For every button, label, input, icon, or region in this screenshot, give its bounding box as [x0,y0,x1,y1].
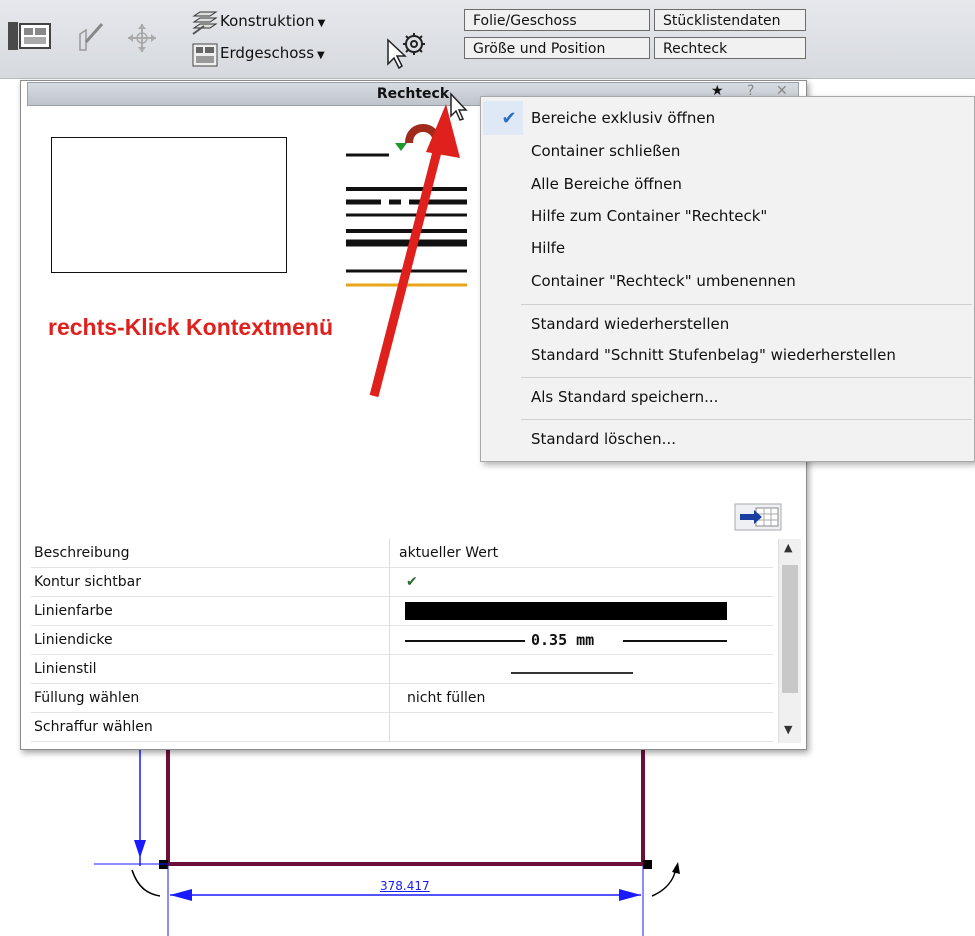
menu-item-save-default[interactable]: Als Standard speichern... [531,388,718,406]
row-label: Linienfarbe [34,603,113,619]
checkmark-icon: ✔ [501,108,517,129]
menu-separator [521,304,972,305]
palette-title: Rechteck [376,86,450,102]
menu-item-help-container[interactable]: Hilfe zum Container "Rechteck" [531,207,767,225]
menu-item-restore-default[interactable]: Standard wiederherstellen [531,315,729,333]
line-thickness-rule-left [405,640,525,642]
menu-separator [521,377,972,378]
row-label: Füllung wählen [34,690,140,706]
line-thickness-rule-right [623,640,727,642]
mouse-cursor-icon [450,92,468,121]
scroll-thumb[interactable] [782,565,798,693]
line-style-sample[interactable] [511,672,633,674]
header-description: Beschreibung [34,545,130,561]
header-current-value: aktueller Wert [399,545,499,561]
line-color-swatch[interactable] [405,602,727,620]
scroll-down-icon[interactable]: ▼ [784,723,792,736]
menu-item-restore-schnitt[interactable]: Standard "Schnitt Stufenbelag" wiederher… [531,346,896,364]
dimension-label: 378.417 [380,879,430,893]
row-label: Linienstil [34,661,97,677]
table-row[interactable]: Linienfarbe [31,597,773,626]
fill-value[interactable]: nicht füllen [407,684,485,712]
row-label: Kontur sichtbar [34,574,141,590]
table-row[interactable]: Kontur sichtbar ✔ [31,568,773,597]
menu-item-close-container[interactable]: Container schließen [531,142,680,160]
annotation-text: rechts-Klick Kontextmenü [48,314,334,340]
table-export-icon[interactable] [734,503,782,531]
checkmark-icon[interactable]: ✔ [406,568,418,596]
menu-item-help[interactable]: Hilfe [531,239,565,257]
row-label: Liniendicke [34,632,113,648]
menu-item-rename[interactable]: Container "Rechteck" umbenennen [531,272,796,290]
line-thickness-value[interactable]: 0.35 mm [531,626,594,654]
menu-item-open-all[interactable]: Alle Bereiche öffnen [531,175,682,193]
menu-separator [521,419,972,420]
scroll-up-icon[interactable]: ▲ [784,541,792,554]
line-style-preview [346,124,467,287]
rectangle-preview [51,137,287,273]
table-row[interactable]: Schraffur wählen [31,713,773,742]
menu-item-exclusive[interactable]: Bereiche exklusiv öffnen [531,109,715,127]
menu-item-delete-default[interactable]: Standard löschen... [531,430,676,448]
table-row[interactable]: Linienstil [31,655,773,684]
row-label: Schraffur wählen [34,719,153,735]
property-table: Beschreibung aktueller Wert Kontur sicht… [31,539,773,742]
table-row[interactable]: Füllung wählen nicht füllen [31,684,773,713]
property-scrollbar[interactable]: ▲ ▼ [778,539,801,743]
table-row[interactable]: Liniendicke 0.35 mm [31,626,773,655]
table-header: Beschreibung aktueller Wert [31,539,773,568]
context-menu: ✔ Bereiche exklusiv öffnen Container sch… [480,96,975,462]
